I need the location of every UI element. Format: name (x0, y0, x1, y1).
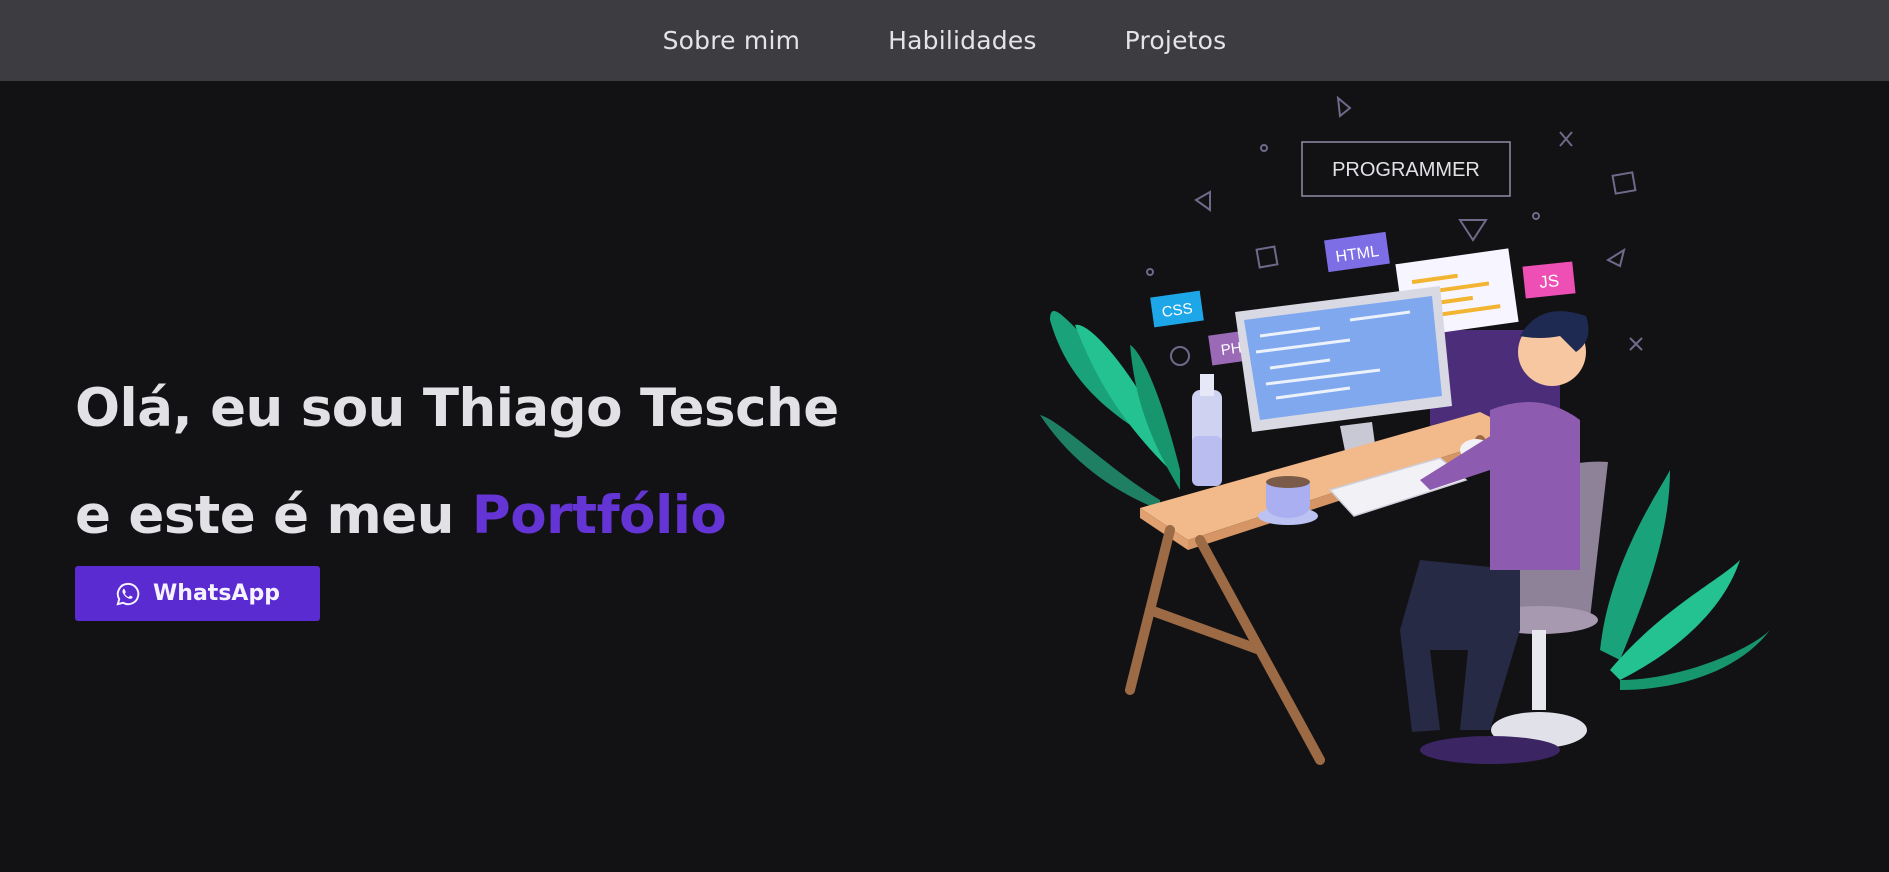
programmer-illustration: PROGRAMMER HTML CSS PHP JS (1040, 95, 1770, 765)
hero-greeting: Olá, eu sou Thiago Tesche (75, 378, 839, 439)
hero-heading: Olá, eu sou Thiago Tesche e este é meu P… (75, 355, 839, 569)
hero-portfolio-word: Portfólio (471, 485, 727, 546)
top-navbar: Sobre mim Habilidades Projetos (0, 0, 1889, 81)
plant-right (1600, 470, 1770, 690)
nav-link-projetos[interactable]: Projetos (1125, 26, 1227, 55)
programmer-badge: PROGRAMMER (1301, 141, 1511, 197)
nav-link-habilidades[interactable]: Habilidades (888, 26, 1037, 55)
hero-subtitle: e este é meu Portfólio (75, 462, 839, 569)
hero-subtitle-prefix: e este é meu (75, 485, 472, 546)
html-tag: HTML (1324, 231, 1390, 273)
whatsapp-button[interactable]: WhatsApp (75, 566, 320, 621)
whatsapp-icon (116, 582, 140, 606)
css-tag: CSS (1150, 290, 1204, 328)
coffee-cup (1258, 476, 1318, 525)
js-tag: JS (1522, 261, 1576, 299)
svg-text:JS: JS (1538, 271, 1560, 292)
nav-link-sobre-mim[interactable]: Sobre mim (663, 26, 801, 55)
svg-text:PROGRAMMER: PROGRAMMER (1332, 159, 1480, 181)
bottle (1192, 374, 1222, 486)
whatsapp-label: WhatsApp (153, 581, 280, 606)
plant-left (1040, 310, 1180, 510)
